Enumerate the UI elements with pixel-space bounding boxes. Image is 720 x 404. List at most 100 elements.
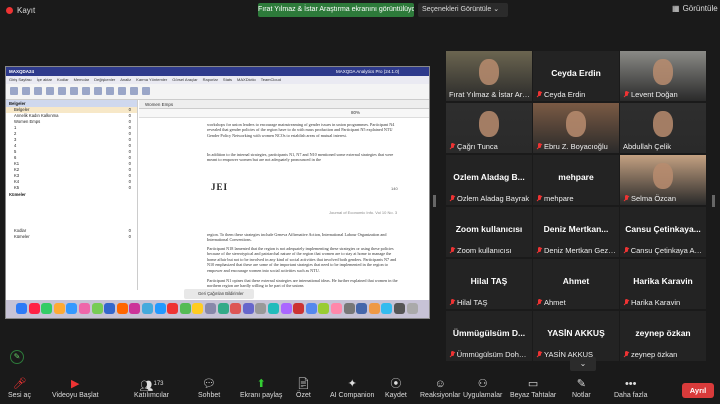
participant-tile[interactable]: Çağrı Tunca	[446, 103, 532, 153]
dock-app-icon[interactable]	[179, 303, 191, 314]
dock-app-icon[interactable]	[406, 303, 418, 314]
dock-app-icon[interactable]	[280, 303, 292, 314]
participant-label: Zoom kullanıcısı	[449, 246, 512, 255]
dock-app-icon[interactable]	[167, 303, 179, 314]
gallery-prev-handle[interactable]	[433, 195, 436, 207]
unmute-button[interactable]: 🎤︎ Sesi aç	[8, 378, 31, 399]
dock-app-icon[interactable]	[331, 303, 342, 314]
participant-face	[479, 59, 499, 85]
participants-button[interactable]: 👥︎173 Katılımcılar	[134, 378, 169, 399]
journal-footer: Journal of Economic Info. Vol 10 No. 3	[329, 210, 398, 215]
participant-tile[interactable]: Ümmügülsüm D... Ümmügülsüm Dohman	[446, 311, 532, 361]
participant-tile[interactable]: Ebru Z. Boyacıoğlu	[533, 103, 619, 153]
dock-app-icon[interactable]	[356, 303, 368, 314]
menu-item[interactable]: Kodlar	[57, 76, 69, 84]
apps-button[interactable]: ⚇ Uygulamalar	[463, 378, 502, 399]
participant-tile[interactable]: Abdullah Çelik	[620, 103, 706, 153]
ai-companion-button[interactable]: ✦ AI Companion	[330, 378, 374, 399]
dock-app-icon[interactable]	[154, 303, 166, 314]
dock-app-icon[interactable]	[53, 303, 65, 314]
annotate-pencil-icon[interactable]: ✎	[10, 350, 24, 364]
dock-app-icon[interactable]	[343, 303, 355, 314]
reactions-button[interactable]: ☺ Reaksiyonlar	[420, 378, 460, 399]
dock-app-icon[interactable]	[230, 303, 242, 314]
dock-app-icon[interactable]	[192, 303, 204, 314]
dock-app-icon[interactable]	[318, 303, 330, 314]
dock-app-icon[interactable]	[293, 303, 305, 314]
code-label: K3	[14, 173, 20, 178]
menu-item[interactable]: Değişkenler	[94, 76, 115, 84]
dock-app-icon[interactable]	[104, 303, 116, 314]
code-row[interactable]: Kümeler 0	[6, 234, 137, 240]
dock-app-icon[interactable]	[242, 303, 254, 314]
muted-mic-icon	[536, 195, 542, 202]
participant-tile[interactable]: Selma Özcan	[620, 155, 706, 205]
dock-app-icon[interactable]	[368, 303, 380, 314]
participant-tile[interactable]: Ahmet Ahmet	[533, 259, 619, 309]
menu-item[interactable]: TeamCloud	[261, 76, 281, 84]
dock-app-icon[interactable]	[255, 303, 267, 314]
chevron-down-icon[interactable]: ⌄	[570, 357, 596, 371]
participant-tile[interactable]: Ceyda Erdin Ceyda Erdin	[533, 51, 619, 101]
document-tab[interactable]: Women Emps	[139, 100, 429, 109]
muted-mic-icon	[449, 247, 455, 254]
dock-app-icon[interactable]	[394, 303, 405, 314]
dock-app-icon[interactable]	[41, 303, 53, 314]
participant-face	[653, 59, 673, 85]
view-options-dropdown[interactable]: Seçenekleri Görüntüle ⌄	[418, 3, 508, 17]
participant-tile[interactable]: YASİN AKKUŞ YASİN AKKUŞ	[533, 311, 619, 361]
menu-item[interactable]: Raporlar	[203, 76, 218, 84]
people-icon: 👥︎173	[139, 380, 164, 393]
dock-app-icon[interactable]	[129, 303, 141, 314]
dock-app-icon[interactable]	[381, 303, 393, 314]
participant-tile[interactable]: Ozlem Aladag B... Ozlem Aladag Bayrak	[446, 155, 532, 205]
dock-app-icon[interactable]	[66, 303, 78, 314]
summary-button[interactable]: 📄︎ Özet	[296, 378, 311, 399]
participant-tile[interactable]: Harika Karavin Harika Karavin	[620, 259, 706, 309]
dock-app-icon[interactable]	[28, 303, 40, 314]
participant-label: Deniz Mertkan Gezgin	[536, 246, 618, 255]
participant-tile[interactable]: Cansu Çetinkaya... Cansu Çetinkaya Aydın	[620, 207, 706, 257]
notes-icon: ✎	[576, 378, 586, 390]
menu-item[interactable]: Memolar	[74, 76, 90, 84]
chat-button[interactable]: 💬︎ Sohbet	[198, 378, 220, 399]
gallery-next-handle[interactable]	[712, 195, 715, 207]
dock-app-icon[interactable]	[116, 303, 128, 314]
dock-app-icon[interactable]	[217, 303, 229, 314]
menu-item[interactable]: Karma Yöntemler	[136, 76, 167, 84]
start-video-button[interactable]: ▶ Videoyu Başlat	[52, 378, 99, 399]
dock-app-icon[interactable]	[142, 303, 153, 314]
notification-recall[interactable]: Geri Çağırılan Bildirimler	[184, 289, 254, 299]
participant-tile[interactable]: Fırat Yılmaz & İstar Araştırma	[446, 51, 532, 101]
menu-item[interactable]: Giriş Sayfası	[9, 76, 32, 84]
menu-item[interactable]: MAXDictio	[237, 76, 256, 84]
participant-tile[interactable]: Deniz Mertkan... Deniz Mertkan Gezgin	[533, 207, 619, 257]
dock-app-icon[interactable]	[16, 303, 27, 314]
dock-app-icon[interactable]	[268, 303, 279, 314]
code-count: 0	[128, 234, 131, 239]
gallery-view-button[interactable]: ▦ Görüntüle	[672, 4, 718, 13]
leave-button[interactable]: Ayrıl	[682, 383, 714, 398]
participant-label: Ozlem Aladag Bayrak	[449, 194, 529, 203]
notes-button[interactable]: ✎ Notlar	[572, 378, 591, 399]
participant-tile[interactable]: mehpare mehpare	[533, 155, 619, 205]
record-button[interactable]: ⦿ Kaydet	[385, 378, 407, 399]
dock-app-icon[interactable]	[91, 303, 103, 314]
code-row[interactable]: K5 0	[6, 185, 137, 191]
recording-indicator[interactable]: Kayıt	[6, 6, 35, 15]
menu-item[interactable]: Stats	[223, 76, 232, 84]
menu-item[interactable]: Görsel Araçlar	[172, 76, 197, 84]
dock-app-icon[interactable]	[305, 303, 317, 314]
more-button[interactable]: ••• Daha fazla	[614, 378, 647, 399]
dock-app-icon[interactable]	[205, 303, 216, 314]
dock-app-icon[interactable]	[79, 303, 90, 314]
menu-item[interactable]: İçe aktar	[37, 76, 52, 84]
participant-tile[interactable]: zeynep özkan zeynep özkan	[620, 311, 706, 361]
participant-tile[interactable]: Hilal TAŞ Hilal TAŞ	[446, 259, 532, 309]
participant-tile[interactable]: Zoom kullanıcısı Zoom kullanıcısı	[446, 207, 532, 257]
menu-item[interactable]: Analiz	[120, 76, 131, 84]
share-screen-button[interactable]: ⬆ Ekranı paylaş	[240, 378, 282, 399]
whiteboards-button[interactable]: ▭ Beyaz Tahtalar	[510, 378, 556, 399]
participant-tile[interactable]: Levent Doğan	[620, 51, 706, 101]
zoom-level[interactable]: 80%	[351, 110, 360, 115]
